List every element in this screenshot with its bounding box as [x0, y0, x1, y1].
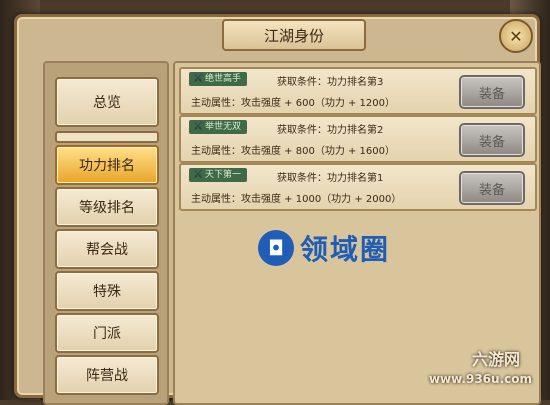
title-name: 天下第一	[205, 170, 242, 180]
sidebar-item-sect[interactable]: 门派	[55, 313, 159, 353]
sidebar-item-faction-war[interactable]: 阵营战	[55, 355, 159, 395]
sidebar-item-level-rank[interactable]: 等级排名	[55, 187, 159, 227]
sidebar-divider	[55, 131, 159, 143]
title-name: 绝世高手	[205, 74, 242, 84]
window-title: 江湖身份	[222, 19, 366, 51]
crossed-swords-icon: ⚔	[192, 119, 204, 133]
active-attribute: 主动属性：攻击强度 + 800（功力 + 1600）	[191, 146, 396, 157]
close-icon: ✕	[509, 26, 523, 46]
crossed-swords-icon: ⚔	[192, 71, 204, 85]
sidebar: 总览 功力排名 等级排名 帮会战 特殊 门派 阵营战	[43, 61, 169, 405]
list-item: ⚔ 举世无双 获取条件：功力排名第2 主动属性：攻击强度 + 800（功力 + …	[179, 115, 537, 163]
acquire-condition: 获取条件：功力排名第2	[277, 125, 384, 136]
acquire-condition: 获取条件：功力排名第3	[277, 77, 384, 88]
site-logo: 六游网	[471, 350, 520, 369]
sidebar-item-power-rank[interactable]: 功力排名	[55, 145, 159, 185]
title-badge: ⚔ 天下第一	[189, 167, 248, 182]
active-attribute: 主动属性：攻击强度 + 1000（功力 + 2000）	[191, 194, 402, 205]
identity-window: 江湖身份 ✕ 总览 功力排名 等级排名 帮会战 特殊 门派 阵营战 ⚔ 绝世高手…	[14, 14, 541, 405]
equip-button[interactable]: 装备	[459, 123, 525, 157]
title-name: 举世无双	[205, 122, 242, 132]
sidebar-item-special[interactable]: 特殊	[55, 271, 159, 311]
title-badge: ⚔ 举世无双	[189, 119, 248, 134]
sidebar-item-overview[interactable]: 总览	[55, 77, 159, 127]
list-item: ⚔ 天下第一 获取条件：功力排名第1 主动属性：攻击强度 + 1000（功力 +…	[179, 163, 537, 211]
close-button[interactable]: ✕	[499, 19, 533, 53]
crossed-swords-icon: ⚔	[192, 167, 204, 181]
site-url: www.936u.com	[428, 372, 532, 386]
watermark-logo-icon: ◘	[258, 230, 294, 266]
active-attribute: 主动属性：攻击强度 + 600（功力 + 1200）	[191, 98, 396, 109]
acquire-condition: 获取条件：功力排名第1	[277, 173, 384, 184]
equip-button[interactable]: 装备	[459, 75, 525, 109]
title-badge: ⚔ 绝世高手	[189, 71, 248, 86]
watermark-text: 领域圈	[300, 233, 391, 266]
watermark: ◘ 领域圈	[258, 228, 390, 268]
equip-button[interactable]: 装备	[459, 171, 525, 205]
list-item: ⚔ 绝世高手 获取条件：功力排名第3 主动属性：攻击强度 + 600（功力 + …	[179, 67, 537, 115]
sidebar-item-guild-war[interactable]: 帮会战	[55, 229, 159, 269]
